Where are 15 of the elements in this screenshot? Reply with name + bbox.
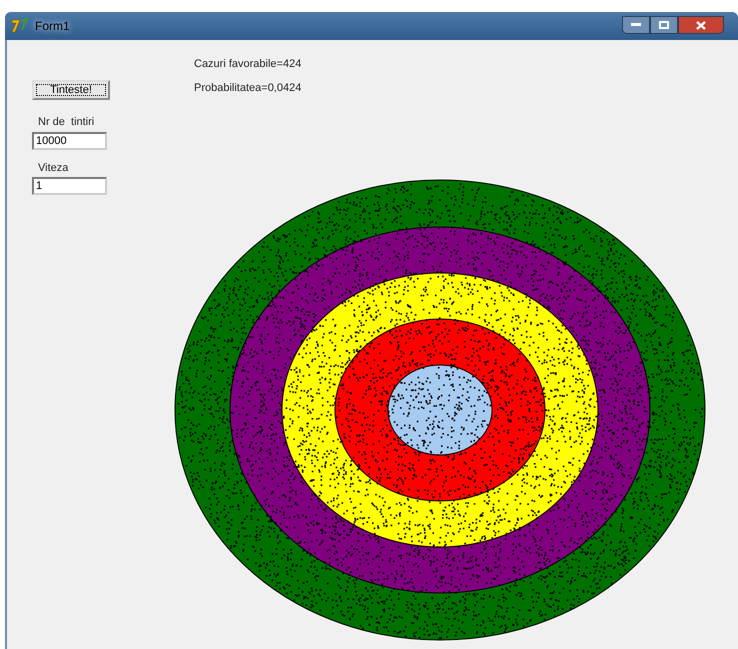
- input-field[interactable]: 10000: [32, 132, 107, 150]
- close-icon: [696, 20, 706, 30]
- field-label: Viteza: [37, 160, 70, 176]
- tinteste-button[interactable]: Tinteste!: [32, 80, 110, 100]
- input-field[interactable]: 1: [32, 177, 107, 195]
- minimize-icon: [631, 23, 641, 27]
- field-label: Nr de tintiri: [37, 115, 96, 130]
- maximize-button[interactable]: [650, 16, 678, 34]
- result-text: Probabilitatea=0,0424: [194, 81, 302, 96]
- result-text: Cazuri favorabile=424: [194, 57, 302, 72]
- maximize-icon: [659, 21, 669, 29]
- minimize-button[interactable]: [622, 16, 650, 34]
- close-button[interactable]: [678, 16, 724, 34]
- app-icon: [11, 18, 29, 34]
- window-title: Form1: [35, 18, 70, 35]
